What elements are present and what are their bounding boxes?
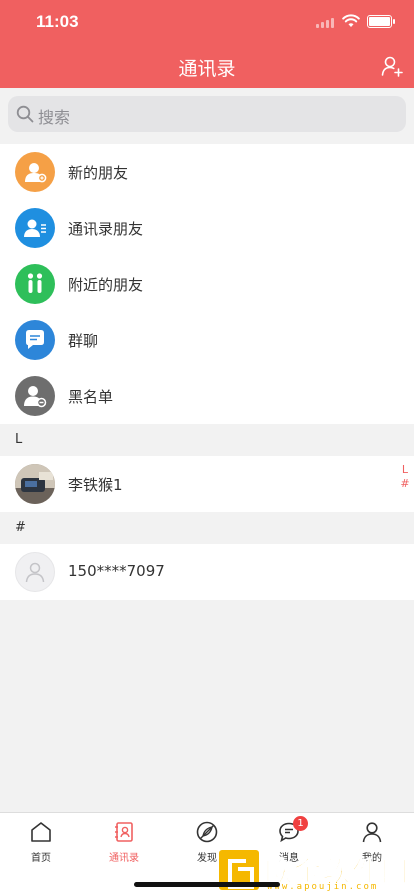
menu-new-friends[interactable]: 新的朋友 <box>0 144 414 200</box>
contact-row[interactable]: 李铁猴1 <box>0 456 414 512</box>
contact-avatar <box>15 464 55 504</box>
status-time: 11:03 <box>36 12 79 31</box>
contact-row[interactable]: 150****7097 <box>0 544 414 600</box>
status-bar: 11:03 <box>0 0 414 44</box>
default-avatar-icon <box>15 552 55 592</box>
section-letter: L <box>15 432 23 447</box>
section-header: L <box>0 424 414 456</box>
search-container: 搜索 <box>0 88 414 144</box>
add-friend-icon[interactable] <box>380 54 404 78</box>
cellular-signal-icon <box>316 18 334 28</box>
menu-group-chat[interactable]: 群聊 <box>0 312 414 368</box>
menu-label: 通讯录朋友 <box>68 220 144 238</box>
index-letter[interactable]: L <box>400 463 410 477</box>
profile-icon <box>362 822 382 843</box>
tab-contacts[interactable]: 通讯录 <box>94 819 154 864</box>
menu-label: 群聊 <box>68 332 99 350</box>
discover-icon <box>196 821 218 843</box>
contacts-icon <box>115 822 133 842</box>
section-letter: # <box>15 520 26 535</box>
search-placeholder: 搜索 <box>38 108 71 127</box>
watermark-url: www.apoujin.com <box>267 882 379 892</box>
group-chat-icon <box>15 320 55 360</box>
new-friend-icon <box>15 152 55 192</box>
contact-name: 李铁猴1 <box>68 476 123 494</box>
contact-card-icon <box>15 208 55 248</box>
blacklist-icon <box>15 376 55 416</box>
menu-label: 黑名单 <box>68 388 114 406</box>
menu-label: 新的朋友 <box>68 164 129 182</box>
tab-label: 通讯录 <box>109 853 139 864</box>
menu-label: 附近的朋友 <box>68 276 144 294</box>
tab-home[interactable]: 首页 <box>11 819 71 864</box>
nearby-people-icon <box>15 264 55 304</box>
wifi-icon <box>342 14 360 27</box>
menu-blacklist[interactable]: 黑名单 <box>0 368 414 424</box>
home-indicator <box>134 882 280 887</box>
search-icon <box>16 105 34 123</box>
tab-label: 首页 <box>31 853 51 864</box>
unread-badge: 1 <box>293 816 308 831</box>
section-header: # <box>0 512 414 544</box>
nav-bar: 通讯录 <box>0 44 414 88</box>
index-letter[interactable]: # <box>400 477 410 491</box>
page-title: 通讯录 <box>178 58 236 80</box>
battery-icon <box>367 15 395 28</box>
menu-contact-friends[interactable]: 通讯录朋友 <box>0 200 414 256</box>
watermark: 欧金软件园 www.apoujin.com <box>215 848 414 894</box>
menu-nearby-friends[interactable]: 附近的朋友 <box>0 256 414 312</box>
search-input[interactable]: 搜索 <box>8 96 406 132</box>
section-index-bar[interactable]: L # <box>400 463 410 491</box>
home-icon <box>31 822 51 842</box>
contact-name: 150****7097 <box>68 562 165 580</box>
